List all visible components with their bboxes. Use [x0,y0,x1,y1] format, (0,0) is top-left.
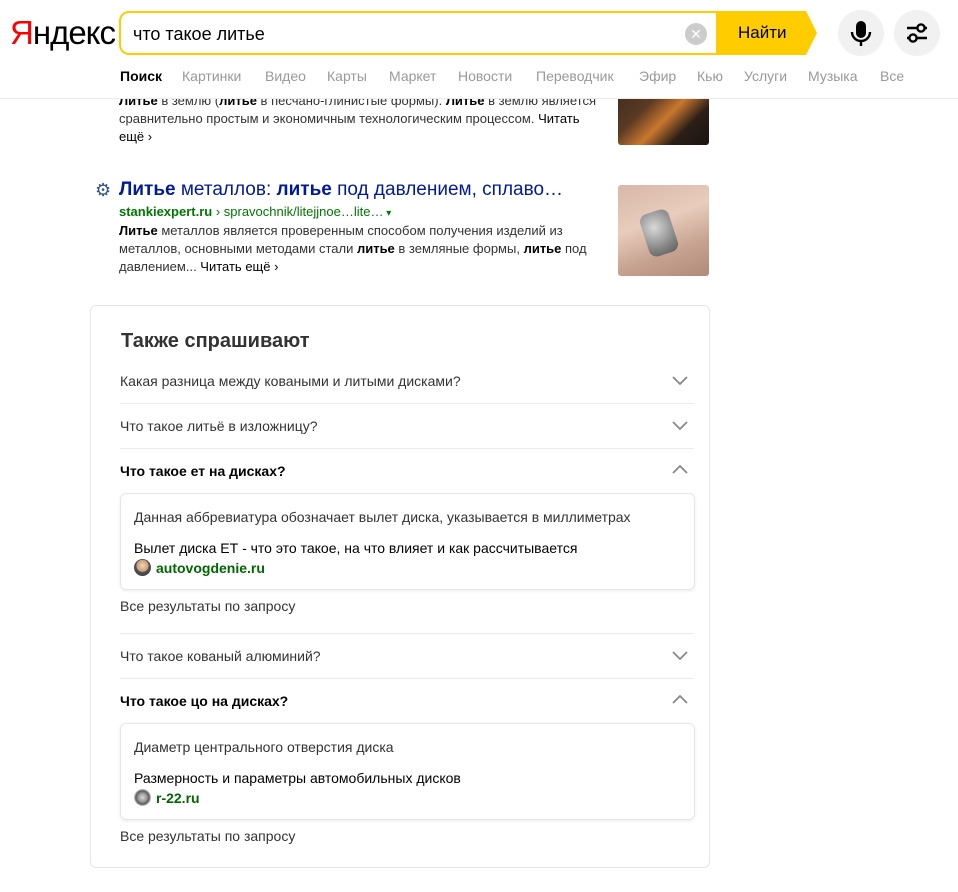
result-snippet: Литье в землю (литье в песчано-глинистые… [119,93,596,144]
chevron-down-icon[interactable] [672,648,688,662]
microphone-button[interactable] [838,10,884,56]
tab-maps[interactable]: Карты [327,68,367,84]
filters-button[interactable] [894,10,940,56]
question-row[interactable]: Что такое литьё в изложницу? [120,404,694,449]
tab-efir[interactable]: Эфир [639,68,676,84]
microphone-icon [850,21,872,46]
search-form: ✕ Найти [119,11,817,55]
chevron-up-icon[interactable] [672,463,688,477]
tab-images[interactable]: Картинки [182,68,241,84]
url-menu-arrow[interactable]: ▾ [383,208,391,219]
site-favicon-icon [134,559,151,576]
all-results-link[interactable]: Все результаты по запросу [120,598,295,614]
chevron-down-icon[interactable] [672,373,688,387]
result-title-link[interactable]: Литье металлов: литье под давлением, спл… [119,178,563,202]
question-text: Какая разница между коваными и литыми ди… [120,373,461,389]
result-thumbnail[interactable] [618,185,709,276]
tab-search[interactable]: Поиск [120,68,162,84]
answer-source-link[interactable]: Вылет диска ЕТ - что это такое, на что в… [134,540,577,556]
question-text: Что такое кованый алюминий? [120,648,321,664]
all-results-link[interactable]: Все результаты по запросу [120,828,295,844]
tab-music[interactable]: Музыка [808,68,858,84]
answer-site-link[interactable]: r-22.ru [134,789,200,806]
tab-services[interactable]: Услуги [744,68,787,84]
site-favicon-icon [134,789,151,806]
question-text: Что такое литьё в изложницу? [120,418,318,434]
question-row[interactable]: Что такое цо на дисках? [120,679,694,724]
tab-video[interactable]: Видео [265,68,306,84]
tab-news[interactable]: Новости [458,68,512,84]
answer-text: Диаметр центрального отверстия диска [134,739,394,755]
also-asked-block: Также спрашивают Какая разница между ков… [90,305,710,868]
tab-market[interactable]: Маркет [389,68,436,84]
tab-all[interactable]: Все [880,68,904,84]
answer-source-link[interactable]: Размерность и параметры автомобильных ди… [134,770,461,786]
find-button-arrow[interactable] [806,11,817,55]
question-text: Что такое цо на дисках? [120,693,289,709]
tab-translator[interactable]: Переводчик [536,68,614,84]
question-text: Что такое ет на дисках? [120,463,286,479]
sliders-icon [907,23,927,43]
question-row[interactable]: Что такое ет на дисках? [120,449,694,494]
tab-q[interactable]: Кью [697,68,723,84]
gear-icon: ⚙ [95,180,112,200]
result-snippet: Литье металлов является проверенным спос… [119,223,587,274]
question-row[interactable]: Какая разница между коваными и литыми ди… [120,359,694,404]
search-input-wrap: ✕ [119,11,719,55]
answer-card: Диаметр центрального отверстия диска Раз… [120,723,695,820]
read-more-link[interactable]: Читать ещё › [200,259,278,274]
yandex-logo[interactable]: Яндекс [10,14,116,52]
also-asked-title: Также спрашивают [121,330,310,352]
answer-site-link[interactable]: autovogdenie.ru [134,559,265,576]
clear-icon[interactable]: ✕ [685,23,707,45]
header: Яндекс ✕ Найти Поиск Картинки Видео Карт… [0,0,958,99]
thumbnail-image [637,207,681,259]
chevron-up-icon[interactable] [672,693,688,707]
result-url[interactable]: stankiexpert.ru › spravochnik/litejjnoe…… [119,204,391,222]
answer-text: Данная аббревиатура обозначает вылет дис… [134,509,631,525]
chevron-down-icon[interactable] [672,418,688,432]
question-row[interactable]: Что такое кованый алюминий? [120,634,694,679]
find-button[interactable]: Найти [716,11,806,55]
answer-card: Данная аббревиатура обозначает вылет дис… [120,493,695,590]
search-input[interactable] [133,22,673,46]
